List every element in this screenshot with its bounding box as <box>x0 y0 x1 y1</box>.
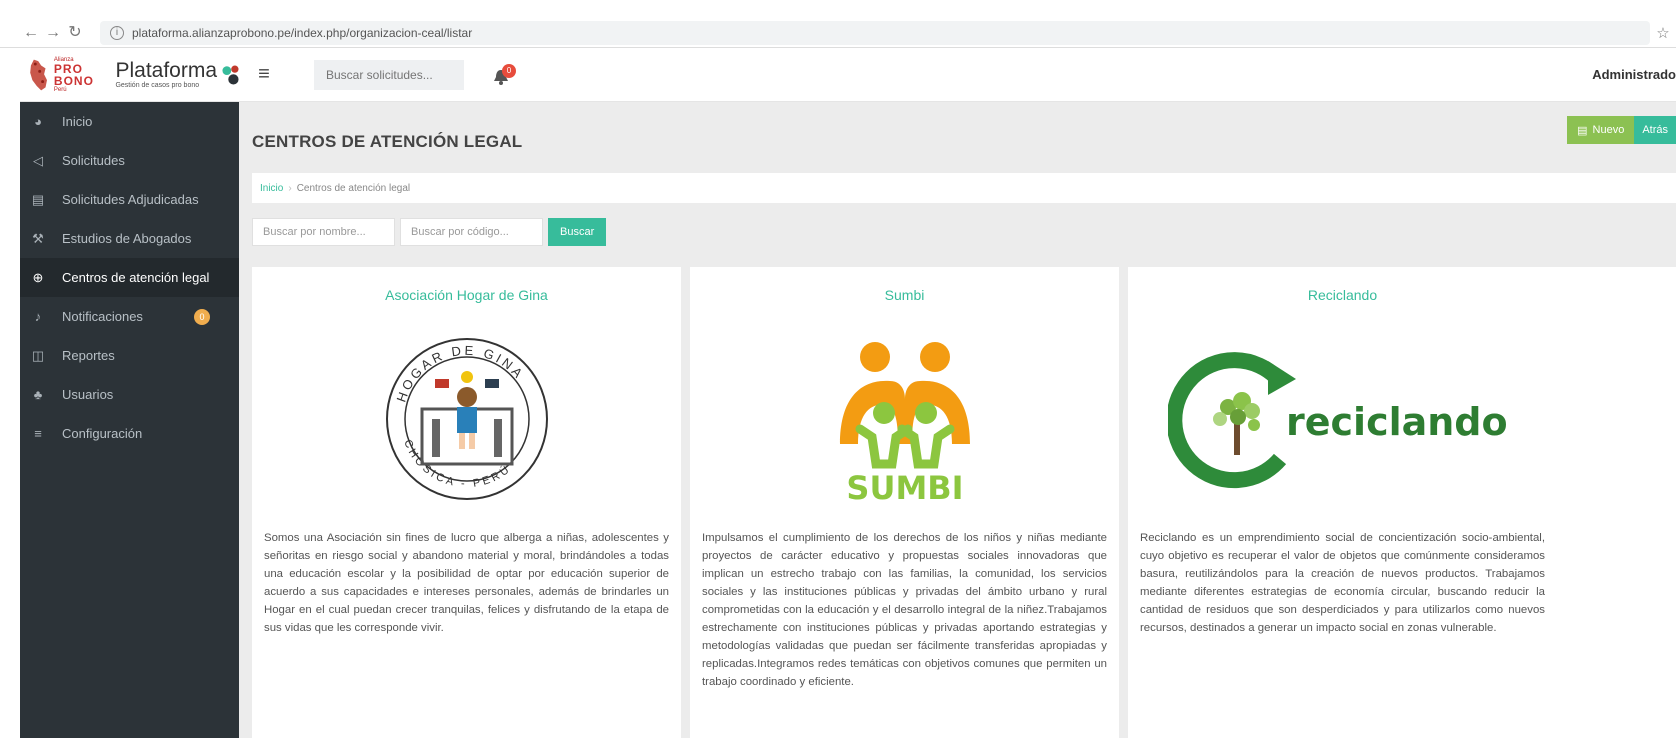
url-text: plataforma.alianzaprobono.pe/index.php/o… <box>132 26 473 40</box>
document-icon: ▤ <box>31 191 45 207</box>
peru-map-icon <box>30 59 47 90</box>
back-arrow-icon[interactable]: ← <box>20 22 42 44</box>
app-header: Alianza PRO BONO Perú Plataforma Gestión… <box>20 48 1676 102</box>
center-card[interactable]: Asociación Hogar de Gina HOGAR DE GINA C… <box>252 267 681 738</box>
reciclando-logo: reciclando <box>1128 329 1557 509</box>
app-subtitle: Gestión de casos pro bono <box>115 82 200 89</box>
app-name-block: Plataforma Gestión de casos pro bono <box>115 59 218 90</box>
card-title[interactable]: Reciclando <box>1128 287 1557 303</box>
card-title[interactable]: Asociación Hogar de Gina <box>252 287 681 303</box>
browser-bar: ← → ↻ i plataforma.alianzaprobono.pe/ind… <box>0 0 1676 48</box>
file-icon: ▤ <box>1577 124 1588 137</box>
page-actions: ▤ Nuevo Atrás <box>1567 116 1676 144</box>
new-button[interactable]: ▤ Nuevo <box>1567 116 1635 144</box>
breadcrumb: Inicio › Centros de atención legal <box>252 173 1676 203</box>
sidebar-item-centros-de-atencion-legal[interactable]: ⊕ Centros de atención legal <box>20 258 239 297</box>
reports-icon: ◫ <box>31 347 45 363</box>
gavel-icon: ⚒ <box>32 230 44 246</box>
breadcrumb-current: Centros de atención legal <box>296 182 411 194</box>
search-requests-input[interactable] <box>314 59 464 90</box>
center-card[interactable]: Reciclando reciclando Reciclando es un e… <box>1128 267 1676 738</box>
sidebar-item-configuracion[interactable]: ≡ Configuración <box>20 414 239 453</box>
bookmark-star-icon[interactable]: ☆ <box>1650 24 1676 42</box>
sidebar-item-label: Inicio <box>62 114 93 129</box>
sumbi-logo: SUMBI <box>690 329 1119 509</box>
sidebar-item-inicio[interactable]: ◕ Inicio <box>20 102 239 141</box>
sidebar-item-label: Reportes <box>62 348 115 363</box>
brand-wordmark: Alianza PRO BONO Perú <box>54 57 108 93</box>
hogar-de-gina-seal-icon: HOGAR DE GINA CHOSICA - PERÚ <box>385 338 548 500</box>
sidebar-item-label: Usuarios <box>62 387 114 402</box>
brand-small-bottom: Perú <box>53 86 67 93</box>
back-button[interactable]: Atrás <box>1634 116 1676 144</box>
app-name: Plataforma <box>115 59 218 82</box>
sliders-icon: ≡ <box>34 425 42 441</box>
notification-count-badge: 0 <box>502 63 516 78</box>
page-title: CENTROS DE ATENCIÓN LEGAL <box>252 132 523 151</box>
card-title[interactable]: Sumbi <box>690 287 1119 303</box>
card-description: Somos una Asociación sin fines de lucro … <box>264 532 669 634</box>
name-search-input[interactable]: Buscar por nombre... <box>252 218 395 246</box>
forward-arrow-icon[interactable]: → <box>42 22 64 44</box>
sidebar-item-label: Estudios de Abogados <box>62 231 192 246</box>
info-icon[interactable]: i <box>110 26 124 40</box>
brand-main: PRO BONO <box>53 61 94 88</box>
megaphone-icon: ◁ <box>33 152 43 168</box>
sidebar-item-label: Centros de atención legal <box>62 270 210 285</box>
reciclando-wordmark-icon: reciclando <box>1168 352 1508 489</box>
sidebar: ◕ Inicio ◁ Solicitudes ▤ Solicitudes Adj… <box>20 102 239 738</box>
bell-icon: ♪ <box>34 308 42 324</box>
card-description: Reciclando es un emprendimiento social d… <box>1140 532 1545 634</box>
sumbi-wordmark: SUMBI <box>846 469 963 507</box>
sidebar-item-label: Solicitudes Adjudicadas <box>62 192 199 207</box>
main-content: CENTROS DE ATENCIÓN LEGAL ▤ Nuevo Atrás … <box>239 102 1676 738</box>
sidebar-item-label: Notificaciones <box>62 309 143 324</box>
globe-icon: ⊕ <box>32 269 44 285</box>
hogar-de-gina-logo: HOGAR DE GINA CHOSICA - PERÚ <box>252 329 681 509</box>
sidebar-item-label: Solicitudes <box>62 153 125 168</box>
sumbi-figures-icon: SUMBI <box>839 342 970 507</box>
code-search-input[interactable]: Buscar por código... <box>400 218 543 246</box>
card-description: Impulsamos el cumplimiento de los derech… <box>702 532 1107 688</box>
sidebar-item-estudios-de-abogados[interactable]: ⚒ Estudios de Abogados <box>20 219 239 258</box>
sidebar-item-solicitudes-adjudicadas[interactable]: ▤ Solicitudes Adjudicadas <box>20 180 239 219</box>
notifications-button[interactable]: 0 <box>492 60 522 90</box>
address-line: ← → ↻ i plataforma.alianzaprobono.pe/ind… <box>20 20 1676 46</box>
sidebar-item-usuarios[interactable]: ♣ Usuarios <box>20 375 239 414</box>
sidebar-item-solicitudes[interactable]: ◁ Solicitudes <box>20 141 239 180</box>
breadcrumb-home-link[interactable]: Inicio <box>260 183 283 194</box>
filter-bar: Buscar por nombre... Buscar por código..… <box>252 218 607 246</box>
notification-badge: 0 <box>194 309 210 325</box>
logo[interactable]: Alianza PRO BONO Perú Plataforma Gestión… <box>20 48 240 102</box>
new-button-label: Nuevo <box>1592 124 1625 136</box>
users-icon: ♣ <box>33 386 43 402</box>
sidebar-item-reportes[interactable]: ◫ Reportes <box>20 336 239 375</box>
sidebar-item-notificaciones[interactable]: ♪ Notificaciones 0 <box>20 297 239 336</box>
menu-toggle-icon[interactable]: ≡ <box>252 63 276 86</box>
url-bar[interactable]: i plataforma.alianzaprobono.pe/index.php… <box>100 21 1650 45</box>
sidebar-item-label: Configuración <box>62 426 143 441</box>
search-button[interactable]: Buscar <box>548 218 607 246</box>
reload-icon[interactable]: ↻ <box>64 22 86 44</box>
reciclando-wordmark: reciclando <box>1286 400 1508 444</box>
center-card[interactable]: Sumbi SUMBI Impulsamos el cumplimiento d… <box>690 267 1119 738</box>
user-menu[interactable]: Administrado <box>1592 67 1676 82</box>
molecule-icon <box>222 65 239 84</box>
breadcrumb-separator: › <box>288 182 292 194</box>
dashboard-icon: ◕ <box>34 113 42 129</box>
